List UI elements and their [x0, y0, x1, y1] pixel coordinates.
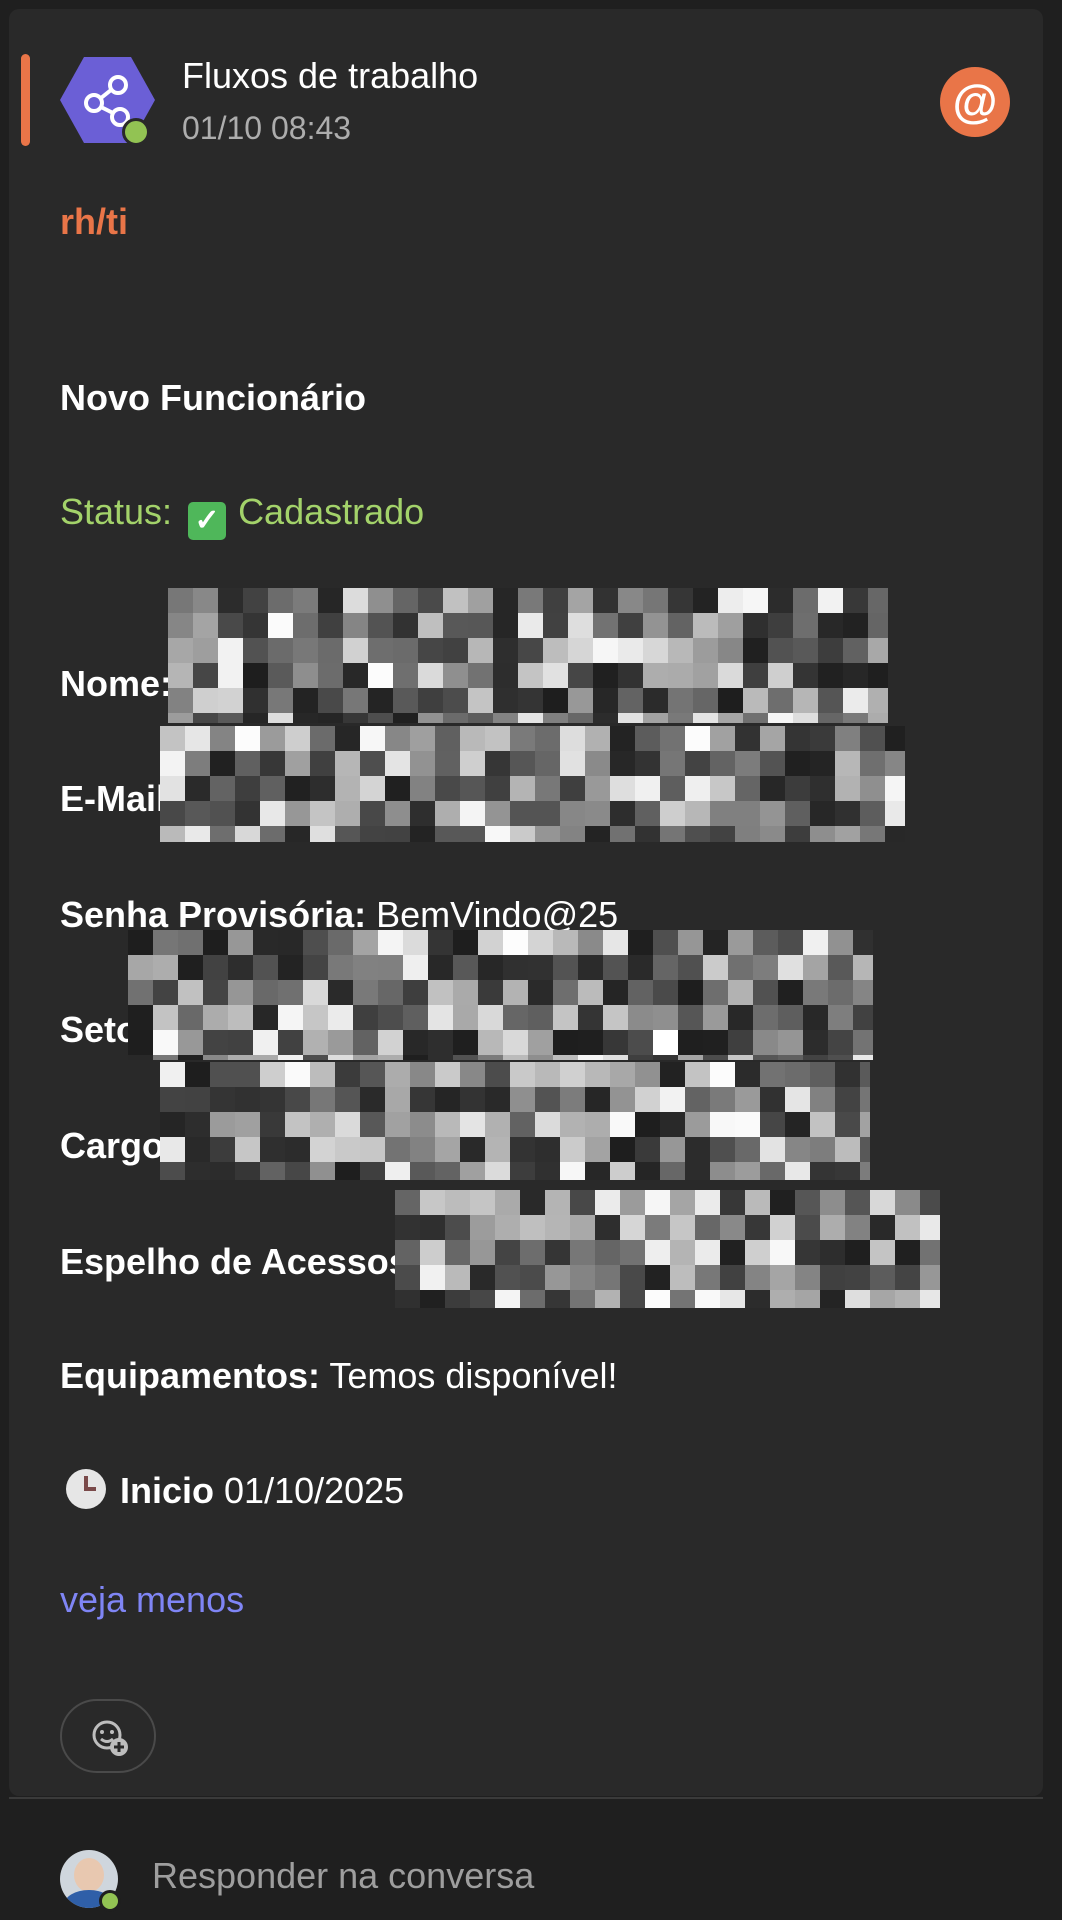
status-label: Status:	[60, 491, 173, 532]
redaction-setor	[128, 930, 873, 1060]
user-presence-badge	[99, 1890, 121, 1912]
add-reaction-icon	[92, 1720, 128, 1756]
field-cargo: Cargo:	[60, 1122, 176, 1170]
card-title-text: Novo Funcionário	[60, 377, 366, 418]
field-label: Espelho de Acessos:	[60, 1241, 421, 1282]
start-date: 01/10/2025	[224, 1470, 405, 1511]
message-timestamp: 01/10 08:43	[182, 110, 352, 146]
start-label: Inicio	[120, 1470, 215, 1511]
card-title: Novo Funcionário	[60, 374, 366, 422]
field-espelho: Espelho de Acessos:	[60, 1238, 421, 1286]
see-less-link[interactable]: veja menos	[60, 1576, 244, 1624]
clock-icon	[66, 1469, 106, 1509]
mention-at-icon: @	[940, 67, 1010, 137]
chat-pane: Fluxos de trabalho 01/10 08:43 @ rh/ti N…	[0, 0, 1062, 1920]
check-box-icon: ✓	[188, 502, 227, 540]
mention-accent-bar	[21, 54, 30, 146]
field-value: Temos disponível!	[329, 1355, 618, 1396]
redaction-espelho	[395, 1190, 940, 1308]
field-label: Equipamentos:	[60, 1355, 321, 1396]
field-label: Cargo:	[60, 1125, 176, 1166]
status-line: Status: ✓ Cadastrado	[60, 488, 424, 540]
redaction-email	[160, 726, 905, 842]
field-equipamentos: Equipamentos: Temos disponível!	[60, 1352, 618, 1400]
field-label: Nome:	[60, 663, 173, 704]
field-nome: Nome:	[60, 660, 172, 708]
field-value: BemVindo@25	[376, 894, 619, 935]
sender-name[interactable]: Fluxos de trabalho	[182, 52, 478, 100]
status-value: Cadastrado	[238, 491, 425, 532]
redaction-cargo	[160, 1062, 870, 1180]
field-label: Senha Provisória:	[60, 894, 367, 935]
add-reaction-button[interactable]	[60, 1699, 156, 1773]
app-presence-badge	[122, 118, 150, 146]
reply-input[interactable]: Responder na conversa	[152, 1852, 534, 1900]
start-line: Inicio 01/10/2025	[66, 1467, 404, 1515]
redaction-nome	[168, 588, 888, 723]
channel-tag[interactable]: rh/ti	[60, 198, 128, 246]
